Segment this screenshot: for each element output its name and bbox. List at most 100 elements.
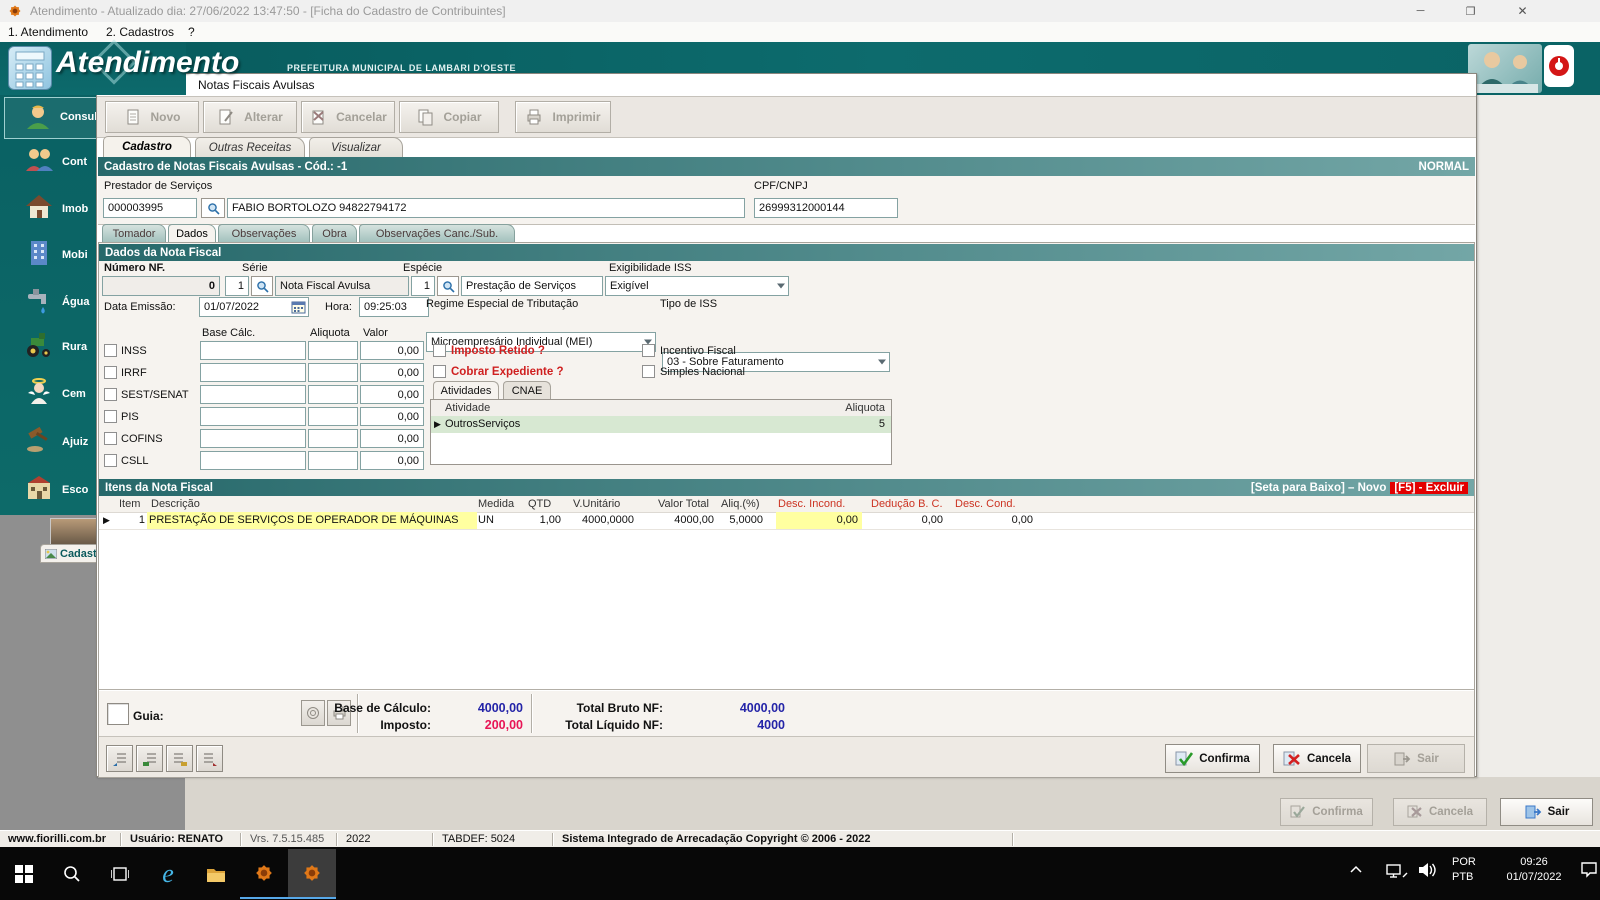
alterar-button[interactable]: Alterar: [203, 101, 297, 133]
tab-observacoes[interactable]: Observações: [218, 224, 310, 242]
simples-nacional-checkbox[interactable]: [642, 365, 655, 378]
inss-aliquota-input[interactable]: [308, 341, 358, 360]
especie-input[interactable]: 1: [411, 276, 435, 296]
app-window-2-button-active[interactable]: [288, 849, 336, 899]
imprimir-button[interactable]: Imprimir: [515, 101, 611, 133]
titlebar: Atendimento - Atualizado dia: 27/06/2022…: [0, 0, 1600, 23]
tray-clock[interactable]: 09:26 01/07/2022: [1488, 855, 1580, 885]
prestador-code-input[interactable]: 000003995: [103, 198, 197, 218]
fiorilli-logo[interactable]: [1544, 45, 1574, 87]
task-view-button[interactable]: [96, 849, 144, 899]
incentivo-fiscal-checkbox[interactable]: [642, 344, 655, 357]
nav-prev-button[interactable]: [136, 745, 163, 772]
close-button[interactable]: ✕: [1500, 0, 1545, 22]
pis-aliquota-input[interactable]: [308, 407, 358, 426]
dados-section-bar: Dados da Nota Fiscal: [99, 244, 1474, 261]
calendar-icon[interactable]: [291, 300, 306, 314]
cobrar-expediente-checkbox[interactable]: [433, 365, 446, 378]
cofins-base-input[interactable]: [200, 429, 306, 448]
tray-language[interactable]: POR PTB: [1452, 855, 1484, 885]
irrf-aliquota-input[interactable]: [308, 363, 358, 382]
status-user: Usuário: RENATO: [130, 833, 224, 845]
tab-dados[interactable]: Dados: [168, 224, 216, 242]
novo-button[interactable]: Novo: [105, 101, 199, 133]
especie-name-input[interactable]: Prestação de Serviços: [461, 276, 603, 296]
confirma-button[interactable]: Confirma: [1165, 744, 1260, 773]
cofins-checkbox[interactable]: [104, 432, 117, 445]
file-explorer-button[interactable]: [192, 849, 240, 899]
start-button[interactable]: [0, 849, 48, 899]
house-icon: [26, 195, 52, 218]
sair-button-inner[interactable]: Sair: [1367, 744, 1465, 773]
csll-base-input[interactable]: [200, 451, 306, 470]
cpf-cnpj-input[interactable]: 26999312000144: [754, 198, 898, 218]
action-center-button[interactable]: [1580, 861, 1598, 881]
guia-checkbox[interactable]: [107, 703, 129, 725]
nav-next-button[interactable]: [166, 745, 193, 772]
especie-search-button[interactable]: [437, 276, 459, 296]
alterar-label: Alterar: [244, 110, 283, 124]
cancel-document-icon: [312, 110, 324, 125]
numero-nf-input[interactable]: 0: [102, 276, 220, 296]
status-tabdef: TABDEF: 5024: [442, 833, 516, 845]
internet-explorer-button[interactable]: e: [144, 849, 192, 899]
csll-checkbox[interactable]: [104, 454, 117, 467]
inss-valor-input[interactable]: 0,00: [360, 341, 424, 360]
nav-first-button[interactable]: [106, 745, 133, 772]
pis-checkbox[interactable]: [104, 410, 117, 423]
desc-incond-cell: 0,00: [776, 512, 862, 529]
atividade-row[interactable]: ▶ OutrosServiços 5: [431, 416, 891, 433]
irrf-base-input[interactable]: [200, 363, 306, 382]
imposto-retido-checkbox[interactable]: [433, 344, 446, 357]
menu-cadastros[interactable]: 2. Cadastros: [106, 25, 174, 39]
pis-base-input[interactable]: [200, 407, 306, 426]
cofins-aliquota-input[interactable]: [308, 429, 358, 448]
tab-cnae[interactable]: CNAE: [503, 381, 551, 399]
minimize-button[interactable]: ─: [1398, 0, 1443, 22]
serie-name-input[interactable]: Nota Fiscal Avulsa: [275, 276, 409, 296]
outer-confirma-button[interactable]: Confirma: [1280, 798, 1373, 826]
prestador-search-button[interactable]: [201, 198, 225, 218]
maximize-button[interactable]: ❐: [1448, 0, 1493, 22]
sest-checkbox[interactable]: [104, 388, 117, 401]
sest-base-input[interactable]: [200, 385, 306, 404]
irrf-valor-input[interactable]: 0,00: [360, 363, 424, 382]
tab-obra[interactable]: Obra: [312, 224, 357, 242]
serie-input[interactable]: 1: [225, 276, 249, 296]
exigibilidade-select[interactable]: Exigível: [605, 276, 789, 296]
inss-base-input[interactable]: [200, 341, 306, 360]
data-emissao-input[interactable]: 01/07/2022: [199, 297, 309, 317]
inss-checkbox[interactable]: [104, 344, 117, 357]
tab-cadastro[interactable]: Cadastro: [103, 136, 191, 157]
tab-outras-receitas[interactable]: Outras Receitas: [195, 137, 305, 157]
menu-help[interactable]: ?: [188, 25, 195, 39]
menu-atendimento[interactable]: 1. Atendimento: [8, 25, 88, 39]
tray-volume[interactable]: [1418, 861, 1438, 882]
pis-valor-input[interactable]: 0,00: [360, 407, 424, 426]
item-row[interactable]: ▶ 1 PRESTAÇÃO DE SERVIÇOS DE OPERADOR DE…: [99, 512, 1474, 530]
tab-visualizar[interactable]: Visualizar: [309, 137, 403, 157]
menubar: 1. Atendimento 2. Cadastros ?: [0, 22, 1600, 43]
irrf-checkbox[interactable]: [104, 366, 117, 379]
tab-tomador[interactable]: Tomador: [102, 224, 166, 242]
cancela-button[interactable]: Cancela: [1273, 744, 1361, 773]
copiar-button[interactable]: Copiar: [399, 101, 499, 133]
prestador-name-input[interactable]: FABIO BORTOLOZO 94822794172: [227, 198, 745, 218]
csll-valor-input[interactable]: 0,00: [360, 451, 424, 470]
tab-observacoes-canc[interactable]: Observações Canc./Sub.: [359, 224, 515, 242]
sest-valor-input[interactable]: 0,00: [360, 385, 424, 404]
tray-network[interactable]: [1386, 863, 1408, 882]
serie-search-button[interactable]: [251, 276, 273, 296]
sest-aliquota-input[interactable]: [308, 385, 358, 404]
taskbar-search-button[interactable]: [48, 849, 96, 899]
tab-atividades[interactable]: Atividades: [433, 381, 499, 399]
cofins-valor-input[interactable]: 0,00: [360, 429, 424, 448]
app-window-1-button[interactable]: [240, 849, 288, 899]
outer-sair-button[interactable]: Sair: [1500, 798, 1593, 826]
outer-cancela-button[interactable]: Cancela: [1393, 798, 1487, 826]
hora-input[interactable]: 09:25:03: [359, 297, 429, 317]
csll-aliquota-input[interactable]: [308, 451, 358, 470]
nav-last-button[interactable]: [196, 745, 223, 772]
tray-chevron-up[interactable]: [1348, 863, 1364, 878]
cancelar-button[interactable]: Cancelar: [301, 101, 395, 133]
